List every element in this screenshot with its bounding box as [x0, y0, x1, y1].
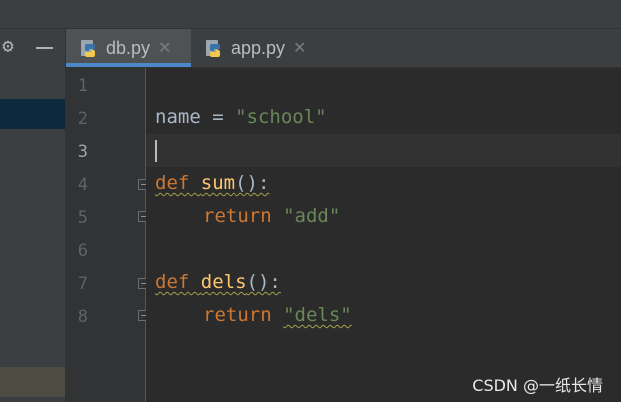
line-number: 2	[77, 109, 88, 129]
tab-db-py[interactable]: db.py ✕	[66, 29, 191, 67]
line-number: 4	[77, 175, 88, 195]
function-name: sum	[200, 172, 236, 194]
identifier: name	[155, 106, 201, 128]
line-number-current: 3	[77, 142, 88, 162]
project-tree-highlight-item[interactable]	[0, 367, 65, 397]
tab-label: app.py	[231, 37, 286, 58]
line-number-gutter[interactable]: 1 2 3 4 5 6 7 8	[66, 68, 149, 402]
keyword: return	[203, 205, 272, 227]
keyword: return	[203, 304, 272, 326]
code-line-7: def dels():	[155, 271, 281, 293]
string-literal: "dels"	[283, 304, 352, 326]
string-literal: "add"	[283, 205, 341, 227]
code-line-8: return "dels"	[203, 304, 352, 326]
code-editor[interactable]: name = "school" def sum(): return "add" …	[146, 68, 621, 402]
tab-app-py[interactable]: app.py ✕	[191, 29, 326, 67]
project-tool-window: ⚙	[0, 29, 66, 402]
window-top-bar	[0, 0, 621, 29]
punctuation: ():	[246, 271, 281, 293]
editor-tab-bar: db.py ✕ app.py ✕	[66, 29, 621, 68]
close-icon[interactable]: ✕	[293, 38, 306, 58]
operator: =	[200, 106, 236, 128]
code-line-5: return "add"	[203, 205, 340, 227]
function-name: dels	[200, 271, 247, 293]
keyword: def	[155, 172, 190, 194]
gear-icon[interactable]: ⚙	[0, 36, 18, 56]
tab-label: db.py	[106, 37, 151, 58]
line-number: 5	[77, 208, 88, 228]
line-number: 1	[77, 76, 88, 96]
punctuation: ():	[235, 172, 270, 194]
project-toolbar: ⚙	[0, 29, 65, 67]
hide-icon[interactable]	[36, 47, 53, 49]
watermark: CSDN @一纸长情	[472, 376, 603, 395]
string-literal: "school"	[235, 106, 327, 128]
line-number: 8	[77, 307, 88, 327]
line-number: 6	[77, 241, 88, 261]
python-file-icon	[81, 40, 95, 57]
keyword: def	[155, 271, 190, 293]
project-tree-selected-item[interactable]	[0, 99, 65, 129]
code-line-2: name = "school"	[155, 106, 327, 128]
code-line-4: def sum():	[155, 172, 269, 194]
active-tab-underline	[66, 63, 191, 67]
line-number: 7	[77, 274, 88, 294]
current-line-highlight	[146, 134, 621, 167]
text-caret	[155, 140, 157, 162]
close-icon[interactable]: ✕	[158, 38, 171, 58]
python-file-icon	[206, 40, 220, 57]
